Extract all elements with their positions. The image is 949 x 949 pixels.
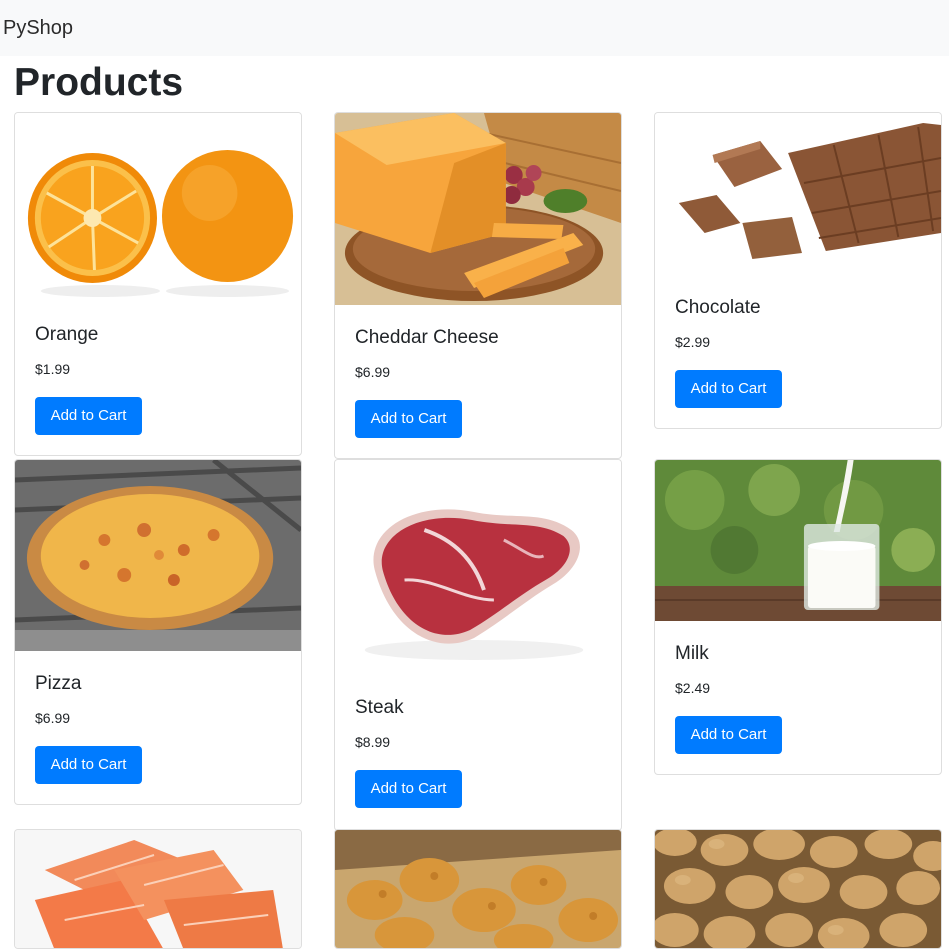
product-name: Chocolate bbox=[675, 297, 761, 318]
nuggets-image bbox=[335, 830, 621, 948]
product-name: Steak bbox=[355, 697, 404, 718]
navbar: PyShop bbox=[0, 0, 949, 56]
potatoes-image bbox=[655, 830, 941, 948]
product-price: $8.99 bbox=[355, 734, 391, 750]
add-to-cart-button[interactable]: Add to Cart bbox=[35, 746, 142, 784]
salmon-image bbox=[15, 830, 301, 948]
product-card-chocolate: Chocolate $2.99 Add to Cart bbox=[654, 112, 942, 429]
pizza-image bbox=[15, 460, 301, 651]
cheddar-cheese-image bbox=[335, 113, 621, 305]
steak-image bbox=[335, 460, 621, 676]
brand-link[interactable]: PyShop bbox=[3, 16, 73, 40]
product-name: Cheddar Cheese bbox=[355, 327, 499, 348]
chocolate-image bbox=[655, 113, 941, 276]
product-card-orange: Orange $1.99 Add to Cart bbox=[14, 112, 302, 456]
product-card-steak: Steak $8.99 Add to Cart bbox=[334, 459, 622, 831]
orange-image bbox=[15, 113, 301, 303]
product-price: $2.49 bbox=[675, 680, 711, 696]
product-name: Pizza bbox=[35, 673, 82, 694]
product-price: $2.99 bbox=[675, 334, 711, 350]
product-card-nuggets bbox=[334, 829, 622, 949]
product-price: $6.99 bbox=[355, 364, 391, 380]
product-card-potatoes bbox=[654, 829, 942, 949]
page-title: Products bbox=[14, 61, 184, 104]
product-name: Orange bbox=[35, 324, 99, 345]
product-price: $6.99 bbox=[35, 710, 71, 726]
product-name: Milk bbox=[675, 643, 709, 664]
product-price: $1.99 bbox=[35, 361, 71, 377]
add-to-cart-button[interactable]: Add to Cart bbox=[355, 400, 462, 438]
product-card-salmon bbox=[14, 829, 302, 949]
product-card-cheddar-cheese: Cheddar Cheese $6.99 Add to Cart bbox=[334, 112, 622, 459]
add-to-cart-button[interactable]: Add to Cart bbox=[675, 716, 782, 754]
add-to-cart-button[interactable]: Add to Cart bbox=[355, 770, 462, 808]
product-card-milk: Milk $2.49 Add to Cart bbox=[654, 459, 942, 775]
milk-image bbox=[655, 460, 941, 621]
add-to-cart-button[interactable]: Add to Cart bbox=[35, 397, 142, 435]
add-to-cart-button[interactable]: Add to Cart bbox=[675, 370, 782, 408]
product-card-pizza: Pizza $6.99 Add to Cart bbox=[14, 459, 302, 805]
